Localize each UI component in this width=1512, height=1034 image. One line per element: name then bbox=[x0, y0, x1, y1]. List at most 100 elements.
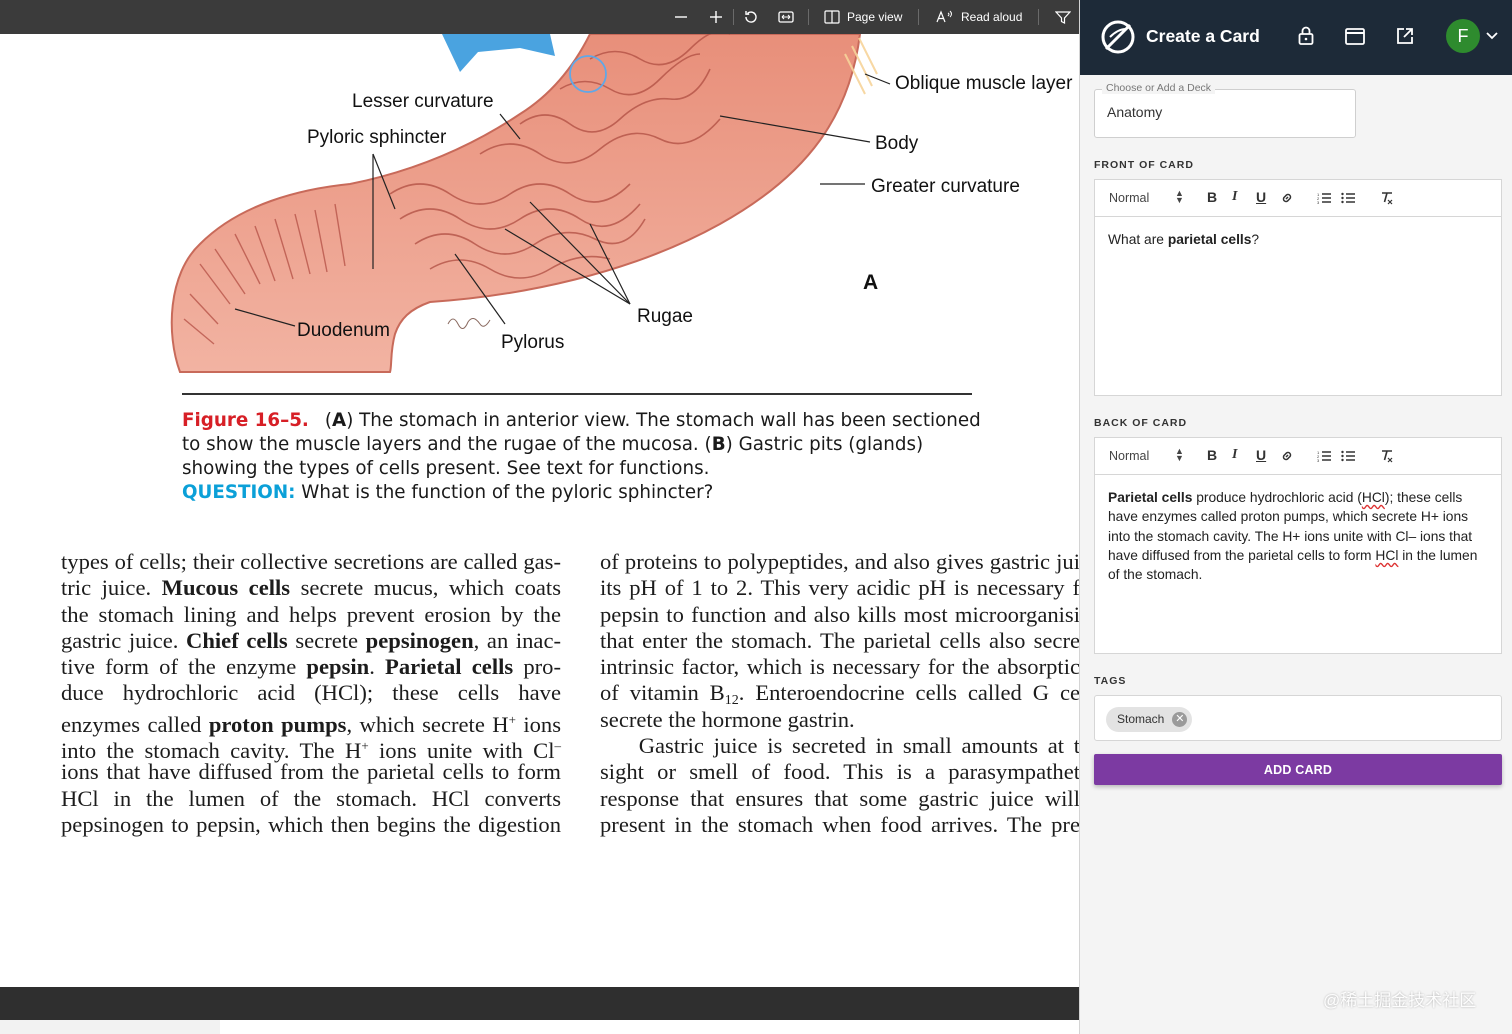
back-of-card-heading: BACK OF CARD bbox=[1094, 417, 1188, 429]
front-editor-content[interactable]: What are parietal cells? bbox=[1095, 217, 1501, 262]
format-select[interactable]: Normal bbox=[1109, 191, 1149, 205]
label-panel-a: A bbox=[863, 271, 879, 294]
back-editor-content[interactable]: Parietal cells produce hydrochloric acid… bbox=[1095, 475, 1501, 597]
link-icon[interactable] bbox=[1280, 191, 1294, 205]
tags-input[interactable]: Stomach ✕ bbox=[1094, 695, 1502, 741]
tag-label: Stomach bbox=[1117, 712, 1165, 726]
page-view-button[interactable]: Page view bbox=[824, 0, 902, 34]
body-column-left: types of cells; their collective secreti… bbox=[61, 549, 561, 838]
toolbar-divider bbox=[808, 9, 809, 25]
deck-field-label: Choose or Add a Deck bbox=[1102, 82, 1216, 94]
text-line: Gastric juice is secreted in small amoun… bbox=[600, 733, 1080, 759]
create-card-panel: Create a Card F Choose or Add a Deck FRO… bbox=[1079, 0, 1512, 1034]
rotate-icon bbox=[745, 11, 757, 23]
toolbar-divider bbox=[733, 9, 734, 25]
logo-icon bbox=[1101, 20, 1135, 54]
figure-caption: Figure 16–5. (A) The stomach in anterior … bbox=[182, 410, 981, 503]
caption-part-b-marker: B bbox=[711, 434, 726, 455]
label-duodenum: Duodenum bbox=[297, 320, 390, 341]
label-rugae: Rugae bbox=[637, 306, 693, 327]
filter-icon bbox=[1055, 11, 1071, 24]
rotate-button[interactable] bbox=[743, 0, 759, 34]
zoom-out-button[interactable] bbox=[674, 0, 688, 34]
format-select-arrows-icon: ▲ ▼ bbox=[1175, 446, 1184, 463]
figure-number: Figure 16–5. bbox=[182, 410, 309, 431]
tag-chip: Stomach ✕ bbox=[1106, 707, 1193, 732]
page-view-label: Page view bbox=[847, 10, 903, 24]
zoom-out-icon bbox=[675, 16, 687, 18]
text-line: present in the stomach when food arrives… bbox=[600, 811, 1080, 837]
text-line: sight or smell of food. This is a parasy… bbox=[600, 759, 1080, 785]
text-line: enzymes called proton pumps, which secre… bbox=[61, 711, 562, 737]
text-line: of proteins to polypeptides, and also gi… bbox=[600, 549, 1080, 574]
read-aloud-button[interactable]: Read aloud bbox=[936, 0, 1022, 34]
ordered-list-icon[interactable]: 123 bbox=[1317, 192, 1331, 204]
remove-tag-icon[interactable]: ✕ bbox=[1172, 712, 1188, 727]
text-line: pepsinogen to pepsin, which then begins … bbox=[61, 811, 561, 837]
zoom-in-button[interactable] bbox=[709, 0, 723, 34]
add-card-button[interactable]: ADD CARD bbox=[1094, 754, 1502, 785]
text-line: ions that have diffused from the parieta… bbox=[61, 759, 561, 785]
zoom-in-icon bbox=[710, 11, 722, 23]
pdf-toolbar: Page view Read aloud bbox=[0, 0, 1080, 34]
text-line: tive form of the enzyme pepsin. Parietal… bbox=[61, 654, 561, 680]
bold-button[interactable]: B bbox=[1207, 189, 1217, 205]
text-line: its pH of 1 to 2. This very acidic pH is… bbox=[600, 575, 1080, 601]
text-line: duce hydrochloric acid (HCl); these cell… bbox=[61, 680, 561, 706]
avatar[interactable]: F bbox=[1446, 19, 1480, 53]
next-page-strip bbox=[0, 1020, 220, 1034]
back-editor: Normal ▲ ▼ B I U 123 Parietal cells produ… bbox=[1094, 437, 1502, 654]
bold-button[interactable]: B bbox=[1207, 447, 1217, 463]
label-body: Body bbox=[875, 133, 919, 154]
text-line: HCl in the lumen of the stomach. HCl con… bbox=[61, 785, 561, 811]
text-line: pepsin to function and also kills most m… bbox=[600, 601, 1080, 627]
format-select-arrows-icon: ▲ ▼ bbox=[1175, 188, 1184, 205]
toolbar-divider bbox=[1038, 9, 1039, 25]
label-greater-curvature: Greater curvature bbox=[871, 176, 1020, 197]
clear-format-icon[interactable] bbox=[1380, 449, 1394, 463]
caption-part-a-marker: A bbox=[332, 410, 347, 431]
open-external-icon[interactable] bbox=[1396, 27, 1414, 45]
text-line: of vitamin B12. Enteroendocrine cells ca… bbox=[600, 680, 1080, 709]
deck-input[interactable] bbox=[1107, 104, 1337, 120]
format-select[interactable]: Normal bbox=[1109, 449, 1149, 463]
lock-icon[interactable] bbox=[1298, 26, 1314, 46]
front-of-card-heading: FRONT OF CARD bbox=[1094, 159, 1194, 171]
italic-button[interactable]: I bbox=[1232, 447, 1237, 463]
filter-button[interactable] bbox=[1055, 0, 1071, 34]
fit-page-icon bbox=[778, 11, 794, 23]
chevron-down-icon[interactable] bbox=[1486, 31, 1498, 40]
text-line: response that ensures that some gastric … bbox=[600, 785, 1080, 811]
text-line: into the stomach cavity. The H+ ions uni… bbox=[61, 738, 561, 764]
panel-header: Create a Card F bbox=[1080, 0, 1512, 75]
read-aloud-label: Read aloud bbox=[961, 10, 1023, 24]
underline-button[interactable]: U bbox=[1256, 189, 1266, 205]
front-editor-toolbar: Normal ▲ ▼ B I U 123 bbox=[1095, 180, 1501, 217]
clear-format-icon[interactable] bbox=[1380, 191, 1394, 205]
window-icon[interactable] bbox=[1345, 28, 1365, 45]
svg-text:3: 3 bbox=[1317, 200, 1320, 204]
underline-button[interactable]: U bbox=[1256, 447, 1266, 463]
svg-text:3: 3 bbox=[1317, 458, 1320, 462]
back-editor-toolbar: Normal ▲ ▼ B I U 123 bbox=[1095, 438, 1501, 475]
fit-page-button[interactable] bbox=[778, 0, 794, 34]
body-column-right: of proteins to polypeptides, and also gi… bbox=[600, 549, 1080, 838]
label-lesser-curvature: Lesser curvature bbox=[352, 91, 494, 112]
bullet-list-icon[interactable] bbox=[1341, 192, 1355, 204]
page-gap-bar bbox=[0, 987, 1080, 1020]
question-text: What is the function of the pyloric sphi… bbox=[295, 482, 714, 503]
label-pyloric-sphincter: Pyloric sphincter bbox=[307, 127, 447, 148]
label-pylorus: Pylorus bbox=[501, 332, 565, 353]
text-line: gastric juice. Chief cells secrete pepsi… bbox=[61, 627, 562, 653]
link-icon[interactable] bbox=[1280, 449, 1294, 463]
watermark: @稀土掘金技术社区 bbox=[1323, 991, 1477, 1010]
text-line: the stomach lining and helps prevent ero… bbox=[61, 601, 561, 627]
page-view-icon bbox=[824, 10, 840, 24]
ordered-list-icon[interactable]: 123 bbox=[1317, 450, 1331, 462]
front-editor: Normal ▲ ▼ B I U 123 What are parietal ce… bbox=[1094, 179, 1502, 396]
italic-button[interactable]: I bbox=[1232, 189, 1237, 205]
bullet-list-icon[interactable] bbox=[1341, 450, 1355, 462]
read-aloud-icon bbox=[936, 10, 952, 23]
text-line: secrete the hormone gastrin. bbox=[600, 706, 855, 732]
deck-field[interactable] bbox=[1094, 89, 1356, 138]
